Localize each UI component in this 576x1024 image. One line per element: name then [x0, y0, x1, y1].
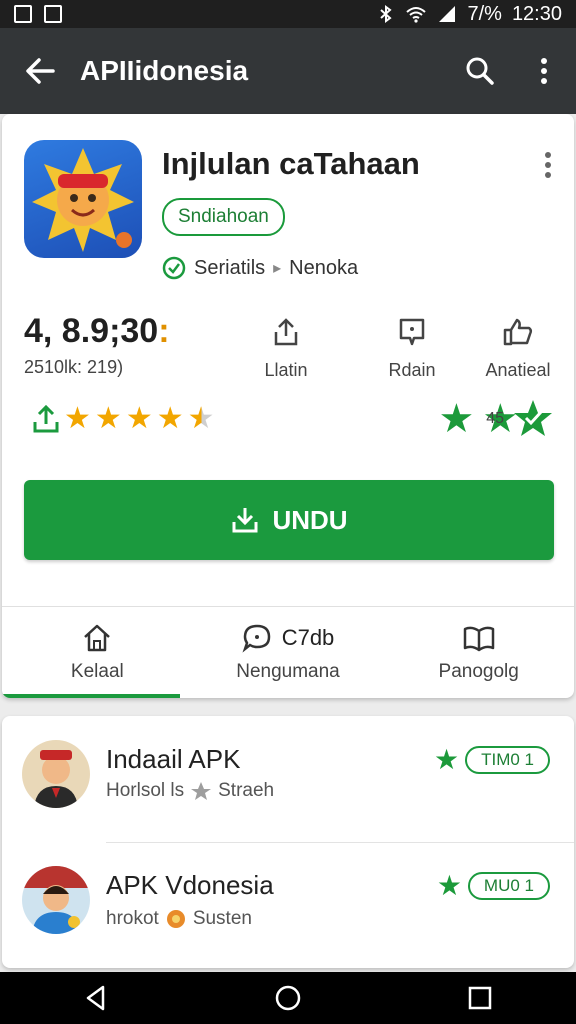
tab-label: Panogolg — [438, 660, 519, 682]
review-icon — [399, 318, 425, 346]
tab-top-label: C7db — [281, 624, 335, 650]
gallery-icon — [44, 5, 62, 23]
badge-pill: TIM0 1 — [465, 746, 550, 774]
search-button[interactable] — [448, 28, 512, 114]
clock: 12:30 — [511, 2, 562, 25]
star-icon: ★ — [125, 402, 153, 435]
app-details-card: Injlulan caTahaan Sndiahoan Seriatils ▸ … — [2, 114, 574, 698]
category-chip[interactable]: Sndiahoan — [162, 198, 285, 236]
list-item-badge: ★ MU0 1 — [437, 872, 550, 900]
download-icon — [232, 508, 258, 533]
separator-arrow-icon: ▸ — [273, 260, 282, 277]
food-icon — [166, 910, 185, 928]
wifi-icon — [406, 7, 427, 23]
review-label: Rdain — [388, 360, 436, 380]
rating-stat: 4, 8.9;30: 2510lk: 219) — [24, 312, 170, 378]
list-item[interactable]: APK Vdonesia hrokot Susten ★ MU0 1 — [2, 842, 574, 968]
share-stat[interactable]: Llatin — [226, 316, 346, 381]
notification-icon — [14, 5, 32, 23]
star-icon: ★ — [64, 402, 91, 435]
more-vertical-icon — [545, 152, 551, 178]
app-more-button[interactable] — [534, 148, 562, 182]
green-star-icon: ★ — [433, 744, 460, 775]
upload-icon — [33, 404, 59, 433]
person-avatar-icon — [22, 740, 90, 808]
review-stat[interactable]: Rdain — [352, 316, 472, 381]
half-star-icon: ★ — [187, 402, 215, 435]
install-button[interactable]: UNDU — [24, 480, 554, 560]
nav-back-button[interactable] — [81, 983, 111, 1013]
tab-label: Nengumana — [236, 660, 340, 682]
list-item-title: Indaail APK — [106, 744, 241, 774]
rating-count: 2510lk: 219) — [24, 357, 124, 377]
book-icon — [463, 626, 494, 651]
list-item-subtitle: hrokot Susten — [106, 908, 252, 930]
more-vertical-icon — [541, 58, 547, 84]
avatar — [22, 740, 90, 808]
tab-library[interactable]: Panogolg — [383, 607, 574, 698]
rating-dot: : — [158, 312, 170, 350]
nav-home-button[interactable] — [273, 983, 303, 1013]
list-item-title: APK Vdonesia — [106, 870, 274, 900]
green-star-count: 45 — [486, 410, 504, 427]
avatar — [22, 866, 90, 934]
chat-bubble-icon — [242, 624, 270, 653]
status-bar: 7/% 12:30 — [0, 0, 576, 28]
share-icon — [274, 318, 298, 346]
thumbs-up-icon — [503, 318, 533, 346]
nav-recents-button[interactable] — [465, 983, 495, 1013]
system-navigation-bar — [0, 972, 576, 1024]
install-label: UNDU — [272, 504, 348, 535]
list-item-badge: ★ TIM0 1 — [434, 746, 550, 774]
share-label: Llatin — [264, 360, 308, 380]
tab-chat[interactable]: C7db Nengumana — [193, 607, 384, 698]
arrow-left-icon — [26, 58, 55, 84]
verified-label: Seriatils — [194, 256, 266, 279]
check-circle-icon — [162, 256, 186, 280]
star-icon: ★ — [156, 402, 184, 435]
list-item-sub-b: Susten — [192, 908, 252, 929]
star-rating-row: ★ ★ ★ ★ ★ — [32, 404, 215, 434]
search-icon — [466, 57, 494, 85]
app-icon — [24, 140, 142, 258]
rating-value: 4, 8.9;30 — [24, 312, 159, 350]
back-button[interactable] — [0, 28, 80, 114]
tab-home[interactable]: Kelaal — [2, 607, 193, 698]
home-icon — [84, 624, 111, 651]
overflow-menu-button[interactable] — [512, 28, 576, 114]
green-star-icon: ★ — [438, 397, 475, 441]
list-item-sub-b: Straeh — [218, 780, 275, 801]
star-check-icon — [514, 400, 552, 436]
badge-pill: MU0 1 — [467, 872, 550, 900]
battery-percent: 7/% — [467, 2, 502, 25]
green-star-icon: ★ — [436, 870, 462, 901]
list-item-sub-a: Horlsol ls — [106, 780, 185, 801]
star-tag-icon — [191, 782, 212, 800]
bluetooth-icon — [380, 5, 393, 23]
signal-icon — [439, 6, 456, 22]
developer-name: Nenoka — [289, 256, 359, 279]
list-item[interactable]: Indaail APK Horlsol ls Straeh ★ TIM0 1 — [2, 716, 574, 842]
person-avatar-icon — [22, 866, 90, 934]
list-item-sub-a: hrokot — [106, 908, 159, 929]
app-list-card: Indaail APK Horlsol ls Straeh ★ TIM0 1 A… — [2, 716, 574, 968]
star-icon: ★ — [94, 402, 122, 435]
tab-label: Kelaal — [70, 660, 124, 682]
verified-row[interactable]: Seriatils ▸ Nenoka — [162, 256, 358, 280]
green-star-row: ★ ★ 45 — [438, 398, 554, 440]
tab-bar: Kelaal C7db Nengumana Panogolg — [2, 607, 574, 698]
app-bar-title: APIIidonesia — [80, 55, 249, 86]
app-title: Injlulan caTahaan — [162, 146, 420, 181]
app-bar: APIIidonesia — [0, 28, 576, 114]
badge-stat[interactable]: Anatieal — [458, 316, 574, 381]
sun-mascot-icon — [32, 148, 134, 252]
badge-label: Anatieal — [485, 360, 551, 380]
list-item-subtitle: Horlsol ls Straeh — [106, 780, 274, 802]
active-tab-indicator — [2, 694, 180, 698]
